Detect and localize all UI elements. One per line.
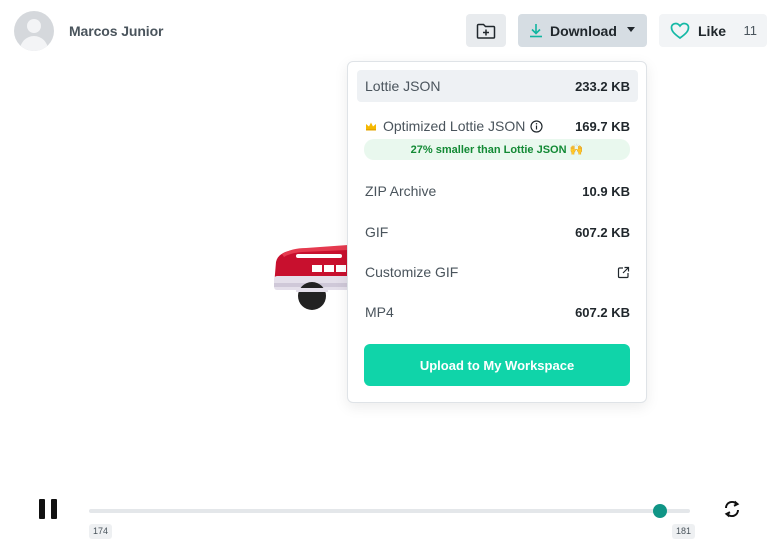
option-label: Customize GIF [365, 264, 459, 280]
add-to-collection-button[interactable] [466, 14, 506, 47]
download-option-gif[interactable]: GIF 607.2 KB [357, 216, 638, 248]
option-label: MP4 [365, 304, 394, 320]
download-option-customize-gif[interactable]: Customize GIF [357, 256, 638, 288]
timeline-track[interactable] [89, 509, 690, 513]
download-label: Download [550, 22, 617, 39]
loop-icon[interactable] [722, 499, 742, 519]
author-name[interactable]: Marcos Junior [69, 23, 163, 39]
start-frame-label: 174 [89, 524, 113, 539]
like-button[interactable]: Like 11 [659, 14, 767, 47]
option-size: 169.7 KB [575, 118, 630, 134]
download-option-optimized-lottie-json[interactable]: Optimized Lottie JSON 169.7 KB [357, 110, 638, 142]
option-size: 607.2 KB [575, 224, 630, 240]
option-size: 607.2 KB [575, 304, 630, 320]
avatar[interactable] [14, 11, 54, 51]
crown-icon [365, 121, 377, 131]
option-label: ZIP Archive [365, 183, 437, 199]
option-label: GIF [365, 224, 389, 240]
download-option-zip-archive[interactable]: ZIP Archive 10.9 KB [357, 175, 638, 207]
external-link-icon [617, 266, 630, 279]
animation-preview-car [274, 245, 352, 310]
pause-icon [39, 499, 45, 519]
download-icon [530, 23, 542, 37]
like-count: 11 [743, 23, 758, 38]
upload-to-workspace-button[interactable]: Upload to My Workspace [364, 344, 630, 386]
option-label: Lottie JSON [365, 78, 441, 94]
option-label: Optimized Lottie JSON [383, 118, 526, 134]
download-option-lottie-json[interactable]: Lottie JSON 233.2 KB [357, 70, 638, 102]
timeline-thumb[interactable] [652, 504, 667, 518]
download-option-mp4[interactable]: MP4 607.2 KB [357, 296, 638, 328]
pause-icon-bar [51, 499, 57, 519]
option-size: 10.9 KB [582, 183, 630, 199]
info-icon[interactable] [530, 119, 543, 133]
heart-icon [670, 22, 690, 39]
chevron-down-icon [627, 27, 635, 32]
pause-button[interactable] [39, 499, 57, 519]
end-frame-label: 181 [672, 524, 696, 539]
like-label: Like [698, 22, 727, 39]
savings-badge: 27% smaller than Lottie JSON 🙌 [364, 139, 630, 160]
folder-plus-icon [476, 23, 496, 39]
download-dropdown: Lottie JSON 233.2 KB Optimized Lottie JS… [347, 61, 647, 403]
download-button[interactable]: Download [518, 14, 647, 47]
option-size: 233.2 KB [575, 78, 630, 94]
